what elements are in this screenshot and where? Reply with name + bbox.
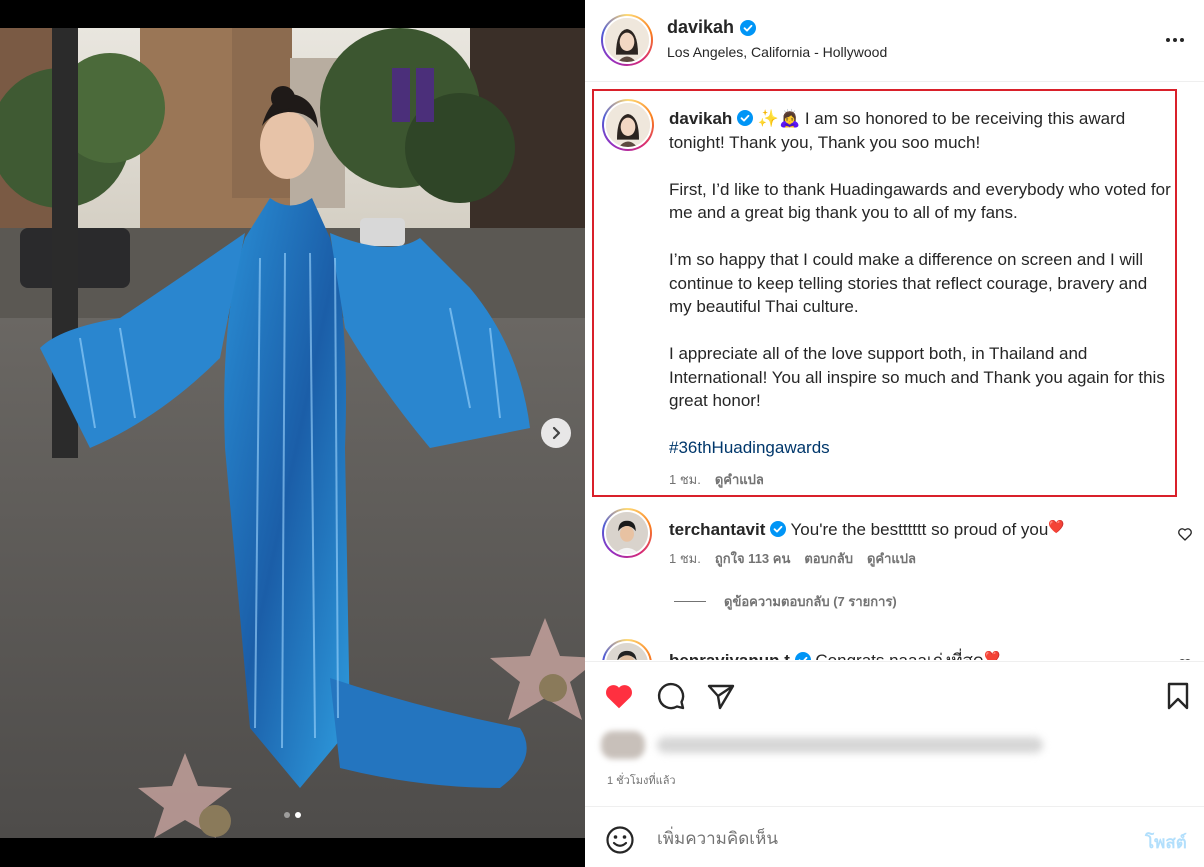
- caption-emojis: ✨🙇‍♀️: [757, 109, 801, 128]
- emoji-button[interactable]: [605, 825, 635, 855]
- smiley-icon: [606, 826, 634, 854]
- see-translation-link[interactable]: ดูคำแปล: [715, 469, 764, 490]
- post-comment-button[interactable]: โพสต์: [1145, 829, 1187, 856]
- post-dialog: davikah Los Angeles, California - Hollyw…: [0, 0, 1204, 867]
- caption-avatar[interactable]: [602, 99, 654, 151]
- caption-text: davikah ✨🙇‍♀️ I am so honored to be rece…: [669, 107, 1171, 483]
- more-options-button[interactable]: [1161, 30, 1189, 50]
- verified-badge-icon: [737, 109, 754, 126]
- heart-outline-icon: [1178, 528, 1192, 541]
- post-location[interactable]: Los Angeles, California - Hollywood: [667, 44, 887, 60]
- like-button[interactable]: [603, 680, 635, 712]
- caption-highlight: davikah ✨🙇‍♀️ I am so honored to be rece…: [592, 89, 1177, 497]
- comment-time[interactable]: 1 ชม.: [669, 548, 701, 569]
- save-button[interactable]: [1162, 680, 1194, 712]
- slide-dot-active: [295, 812, 301, 818]
- view-replies-button[interactable]: ดูข้อความตอบกลับ (7 รายการ): [674, 591, 897, 612]
- comment-body: Congrats naaaเก่งที่สุด: [815, 651, 984, 660]
- add-comment-bar: โพสต์: [585, 806, 1204, 867]
- commenter-username[interactable]: benraviyanun.t: [669, 651, 790, 660]
- commenter-avatar[interactable]: [602, 508, 652, 558]
- comment-input[interactable]: [657, 825, 1127, 853]
- chevron-right-icon: [548, 425, 564, 441]
- liked-by-avatars: [601, 731, 645, 759]
- slide-dot: [284, 812, 290, 818]
- share-button[interactable]: [705, 680, 737, 712]
- commenter-username[interactable]: terchantavit: [669, 520, 765, 539]
- next-slide-button[interactable]: [541, 418, 571, 448]
- comment-icon: [657, 682, 685, 710]
- caption-paragraph: I’m so happy that I could make a differe…: [669, 250, 1148, 316]
- bookmark-icon: [1167, 682, 1189, 710]
- post-sidebar: davikah Los Angeles, California - Hollyw…: [585, 0, 1204, 867]
- heart-emoji: ❤️: [1048, 519, 1065, 534]
- post-photo[interactable]: [0, 28, 585, 838]
- heart-outline-icon: [1179, 659, 1191, 660]
- commenter-avatar[interactable]: [602, 639, 652, 660]
- post-header: davikah Los Angeles, California - Hollyw…: [585, 0, 1204, 82]
- comment-likes[interactable]: ถูกใจ 113 คน: [715, 548, 791, 569]
- heart-emoji: ❤️: [983, 650, 1001, 660]
- comment-text: benraviyanun.t Congrats naaaเก่งที่สุด❤️: [669, 647, 1159, 660]
- comment-item: terchantavit You're the bestttttt so pro…: [585, 508, 1204, 588]
- caption-username[interactable]: davikah: [669, 109, 732, 128]
- comment-body: You're the bestttttt so proud of you: [790, 520, 1049, 539]
- slide-indicator: [0, 812, 585, 818]
- post-actions: 1 ชั่วโมงที่แล้ว: [585, 661, 1204, 806]
- comment-like-button[interactable]: [1177, 526, 1193, 542]
- caption-paragraph: First, I’d like to thank Huadingawards a…: [669, 179, 1171, 223]
- verified-badge-icon: [740, 19, 757, 36]
- post-author: davikah: [667, 17, 757, 38]
- heart-filled-icon: [606, 685, 632, 709]
- comment-text: terchantavit You're the bestttttt so pro…: [669, 516, 1159, 541]
- caption-paragraph: I appreciate all of the love support bot…: [669, 344, 1165, 410]
- reply-button[interactable]: ตอบกลับ: [804, 548, 853, 569]
- share-icon: [707, 684, 735, 710]
- post-timestamp[interactable]: 1 ชั่วโมงที่แล้ว: [607, 771, 676, 789]
- verified-badge-icon: [770, 521, 787, 537]
- avatar[interactable]: [601, 14, 653, 66]
- more-horizontal-icon: [1166, 38, 1170, 42]
- view-replies-label: ดูข้อความตอบกลับ (7 รายการ): [724, 594, 897, 609]
- replies-divider: [674, 601, 706, 602]
- comments-area[interactable]: davikah ✨🙇‍♀️ I am so honored to be rece…: [585, 83, 1204, 660]
- caption-hashtag[interactable]: #36thHuadingawards: [669, 436, 1171, 460]
- verified-badge-icon: [794, 652, 811, 660]
- liked-by-text-blurred: [657, 737, 1043, 753]
- comment-item: benraviyanun.t Congrats naaaเก่งที่สุด❤️: [585, 639, 1204, 660]
- caption-meta: 1 ชม. ดูคำแปล: [669, 469, 764, 490]
- comment-meta: 1 ชม. ถูกใจ 113 คน ตอบกลับ ดูคำแปล: [669, 548, 916, 569]
- liked-by-summary[interactable]: [601, 730, 1043, 760]
- comment-like-button[interactable]: [1177, 657, 1193, 660]
- post-media: [0, 0, 585, 867]
- author-username[interactable]: davikah: [667, 17, 734, 38]
- caption-time[interactable]: 1 ชม.: [669, 469, 701, 490]
- see-translation-link[interactable]: ดูคำแปล: [867, 548, 916, 569]
- comment-button[interactable]: [655, 680, 687, 712]
